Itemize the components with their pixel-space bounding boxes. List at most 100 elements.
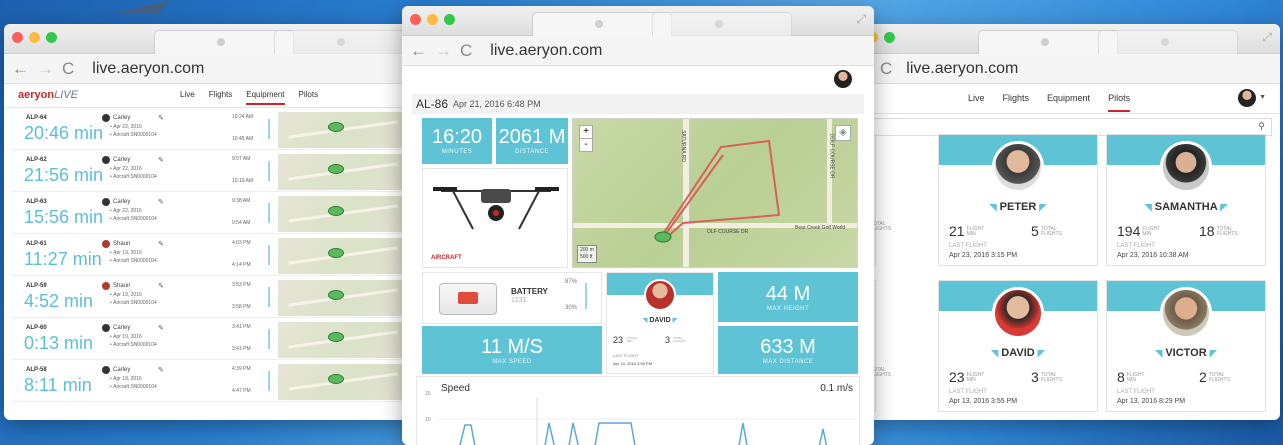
- pilot-avatar: [102, 114, 110, 122]
- pencil-icon[interactable]: ✎: [158, 114, 164, 122]
- zoom-window-button[interactable]: [884, 32, 895, 43]
- pilot-card-peter[interactable]: ◥ PETER ◤ 21 FLIGHT MIN 5 TOTAL FLIGHTS LA…: [938, 134, 1098, 266]
- pencil-icon[interactable]: ✎: [158, 324, 164, 332]
- back-arrow-icon[interactable]: ←: [410, 41, 427, 61]
- nav-pilots[interactable]: Pilots: [299, 90, 319, 105]
- flight-map-thumbnail[interactable]: [278, 322, 408, 358]
- flight-map[interactable]: SATURNA RD GOLF COURSE DR OLF COURSE DR …: [572, 118, 858, 268]
- nav-live[interactable]: Live: [180, 90, 195, 105]
- aeryon-logo[interactable]: aeryonLIVE: [18, 89, 78, 101]
- url-bar: ← → C live.aeryon.com: [4, 54, 416, 84]
- flight-time-line: [268, 119, 270, 139]
- pilot-card-victor[interactable]: ◥ VICTOR ◤ 8 FLIGHT MIN 2 TOTAL FLIGHTS LA…: [1106, 280, 1266, 412]
- flight-time-line: [268, 371, 270, 391]
- speed-chart: Speed 0.1 m/s 15 10: [416, 376, 860, 445]
- flight-row[interactable]: ALP-62 21:56 min Carley ✎ • Apr 22, 2016…: [12, 154, 408, 192]
- search-icon[interactable]: ⚲: [1258, 121, 1265, 132]
- flight-row[interactable]: ALP-60 0:13 min Carley ✎ • Apr 19, 2016 …: [12, 322, 408, 360]
- flight-min-stat: 8 FLIGHT MIN: [1117, 369, 1145, 385]
- flight-duration: 21:56 min: [24, 165, 104, 185]
- caret-down-icon[interactable]: ▼: [1259, 94, 1266, 101]
- zoom-out-button[interactable]: -: [580, 138, 592, 151]
- total-flights-stat: 2 TOTAL FLIGHTS: [1199, 369, 1230, 385]
- browser-tab[interactable]: [154, 30, 294, 54]
- nav-flights[interactable]: Flights: [209, 90, 233, 105]
- browser-tab[interactable]: [1098, 30, 1238, 54]
- close-window-button[interactable]: [410, 14, 421, 25]
- aircraft-panel[interactable]: AIRCRAFT: [422, 168, 568, 268]
- flight-row[interactable]: ALP-61 11:27 min Shaun ✎ • Apr 19, 2016 …: [12, 238, 408, 276]
- flight-map-thumbnail[interactable]: [278, 196, 408, 232]
- reload-icon[interactable]: C: [62, 59, 74, 79]
- pilot-panel-david[interactable]: ◥ DAVID ◤ 23 FLIGHT MIN 3 TOTAL FLIGHTS …: [606, 272, 714, 374]
- flight-id: ALP-64: [26, 115, 47, 121]
- reload-icon[interactable]: C: [880, 59, 892, 79]
- nav-equipment[interactable]: Equipment: [1047, 93, 1090, 112]
- flight-map-thumbnail[interactable]: [278, 364, 408, 400]
- zoom-window-button[interactable]: [444, 14, 455, 25]
- zoom-window-button[interactable]: [46, 32, 57, 43]
- pilot-name: ◥ SAMANTHA ◤: [1144, 201, 1228, 213]
- flight-min-stat: 23 FLIGHT MIN: [949, 369, 985, 385]
- pilot-card-david[interactable]: ◥ DAVID ◤ 23 FLIGHT MIN 3 TOTAL FLIGHTS LA…: [938, 280, 1098, 412]
- pencil-icon[interactable]: ✎: [158, 366, 164, 374]
- browser-window-flight-detail: ⤢ ← → C live.aeryon.com AL-86 Apr 21, 20…: [402, 6, 874, 445]
- last-flight-label: LAST FLIGHT: [1117, 243, 1155, 249]
- nav-live[interactable]: Live: [968, 93, 985, 112]
- browser-tab[interactable]: [274, 30, 414, 54]
- pilot-name: ◥ DAVID ◤: [642, 317, 678, 324]
- last-flight-label: LAST FLIGHT: [949, 243, 987, 249]
- flight-map-thumbnail[interactable]: [278, 112, 408, 148]
- pilot-photo: [992, 287, 1044, 339]
- pencil-icon[interactable]: ✎: [158, 282, 164, 290]
- flight-date: • Apr 19, 2016: [110, 292, 142, 298]
- user-avatar[interactable]: [1238, 89, 1256, 107]
- flight-row[interactable]: ALP-59 4:52 min Shaun ✎ • Apr 19, 2016 •…: [12, 280, 408, 318]
- flight-aircraft: • Aircraft SN0000104: [110, 216, 157, 222]
- pencil-icon[interactable]: ✎: [158, 198, 164, 206]
- minimize-window-button[interactable]: [427, 14, 438, 25]
- flight-row[interactable]: ALP-63 15:56 min Carley ✎ • Apr 22, 2016…: [12, 196, 408, 234]
- expand-icon[interactable]: ⤢: [1262, 30, 1272, 45]
- pencil-icon[interactable]: ✎: [158, 156, 164, 164]
- pencil-icon[interactable]: ✎: [158, 240, 164, 248]
- last-flight-date: Apr 13, 2016 3:55 PM: [613, 361, 652, 366]
- nav-equipment[interactable]: Equipment: [246, 90, 285, 105]
- close-window-button[interactable]: [12, 32, 23, 43]
- minimize-window-button[interactable]: [29, 32, 40, 43]
- battery-label: BATTERY: [511, 287, 548, 296]
- battery-panel[interactable]: BATTERY 1231 87% 30%: [422, 272, 602, 324]
- flight-pilot: Shaun: [102, 282, 130, 290]
- flight-pilot: Carley: [102, 114, 130, 122]
- expand-icon[interactable]: ⤢: [856, 12, 866, 27]
- url-text[interactable]: live.aeryon.com: [92, 60, 204, 78]
- forward-arrow-icon[interactable]: →: [435, 41, 452, 61]
- browser-tab[interactable]: [532, 12, 672, 36]
- back-arrow-icon[interactable]: ←: [12, 59, 29, 79]
- browser-tab[interactable]: [978, 30, 1118, 54]
- battery-high: 87%: [565, 279, 578, 285]
- map-zoom-control[interactable]: + -: [579, 125, 593, 152]
- distance-tile: 2061 M DISTANCE: [496, 118, 568, 164]
- pilot-photo: [644, 279, 676, 311]
- flight-row[interactable]: ALP-58 8:11 min Carley ✎ • Apr 18, 2016 …: [12, 364, 408, 402]
- url-text[interactable]: live.aeryon.com: [490, 42, 602, 60]
- flight-time-line: [268, 203, 270, 223]
- reload-icon[interactable]: C: [460, 41, 472, 61]
- flight-time-line: [268, 329, 270, 349]
- pilot-card-samantha[interactable]: ◥ SAMANTHA ◤ 194 FLIGHT MIN 18 TOTAL FLIGH…: [1106, 134, 1266, 266]
- browser-tab[interactable]: [652, 12, 792, 36]
- last-flight-label: LAST FLIGHT: [949, 389, 987, 395]
- layers-icon[interactable]: ◈: [835, 125, 851, 141]
- nav-flights[interactable]: Flights: [1003, 93, 1030, 112]
- flight-map-thumbnail[interactable]: [278, 154, 408, 190]
- flight-map-thumbnail[interactable]: [278, 238, 408, 274]
- flight-row[interactable]: ALP-64 20:46 min Carley ✎ • Apr 22, 2016…: [12, 112, 408, 150]
- flight-map-thumbnail[interactable]: [278, 280, 408, 316]
- zoom-in-button[interactable]: +: [580, 126, 592, 138]
- user-avatar[interactable]: [834, 70, 852, 88]
- last-flight-date: Apr 13, 2016 3:55 PM: [949, 398, 1018, 405]
- nav-pilots[interactable]: Pilots: [1108, 93, 1131, 112]
- url-text[interactable]: live.aeryon.com: [906, 60, 1018, 78]
- forward-arrow-icon[interactable]: →: [37, 59, 54, 79]
